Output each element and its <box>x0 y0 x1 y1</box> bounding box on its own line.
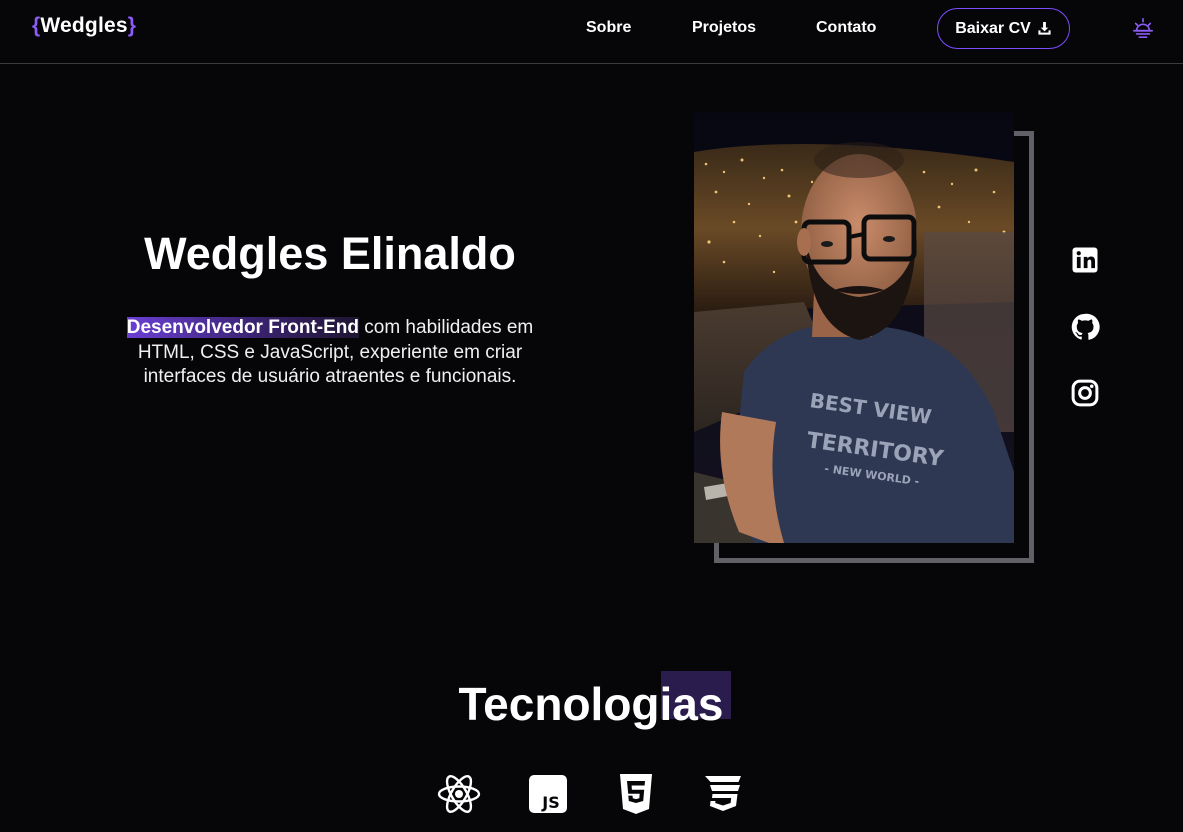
download-icon <box>1038 21 1051 35</box>
logo-close-brace: } <box>127 14 137 37</box>
download-cv-label: Baixar CV <box>955 19 1031 37</box>
profile-photo: BEST VIEW TERRITORY - NEW WORLD - <box>694 112 1014 543</box>
role-highlight: Desenvolvedor Front-End <box>126 317 359 338</box>
nav-link-sobre[interactable]: Sobre <box>586 19 631 37</box>
logo-text: Wedgles <box>40 14 128 37</box>
sun-icon[interactable] <box>1132 17 1154 39</box>
css3-icon <box>705 776 741 811</box>
svg-text:JS: JS <box>541 793 559 812</box>
download-cv-button[interactable]: Baixar CV <box>937 8 1070 49</box>
site-header: {Wedgles} Sobre Projetos Contato Baixar … <box>0 0 1183 64</box>
site-logo[interactable]: {Wedgles} <box>32 14 136 38</box>
linkedin-icon[interactable] <box>1070 245 1100 275</box>
instagram-icon[interactable] <box>1070 378 1100 408</box>
react-icon <box>437 775 481 813</box>
javascript-icon: JS <box>529 775 567 813</box>
nav-link-projetos[interactable]: Projetos <box>692 19 756 37</box>
hero-description: Desenvolvedor Front-End com habilidades … <box>112 316 548 390</box>
github-icon[interactable] <box>1070 312 1100 342</box>
nav-link-contato[interactable]: Contato <box>816 19 876 37</box>
hero-name: Wedgles Elinaldo <box>144 228 516 279</box>
html5-icon <box>620 774 652 814</box>
tecnologias-title: Tecnologias <box>458 678 724 730</box>
profile-photo-illustration: BEST VIEW TERRITORY - NEW WORLD - <box>694 112 1014 543</box>
